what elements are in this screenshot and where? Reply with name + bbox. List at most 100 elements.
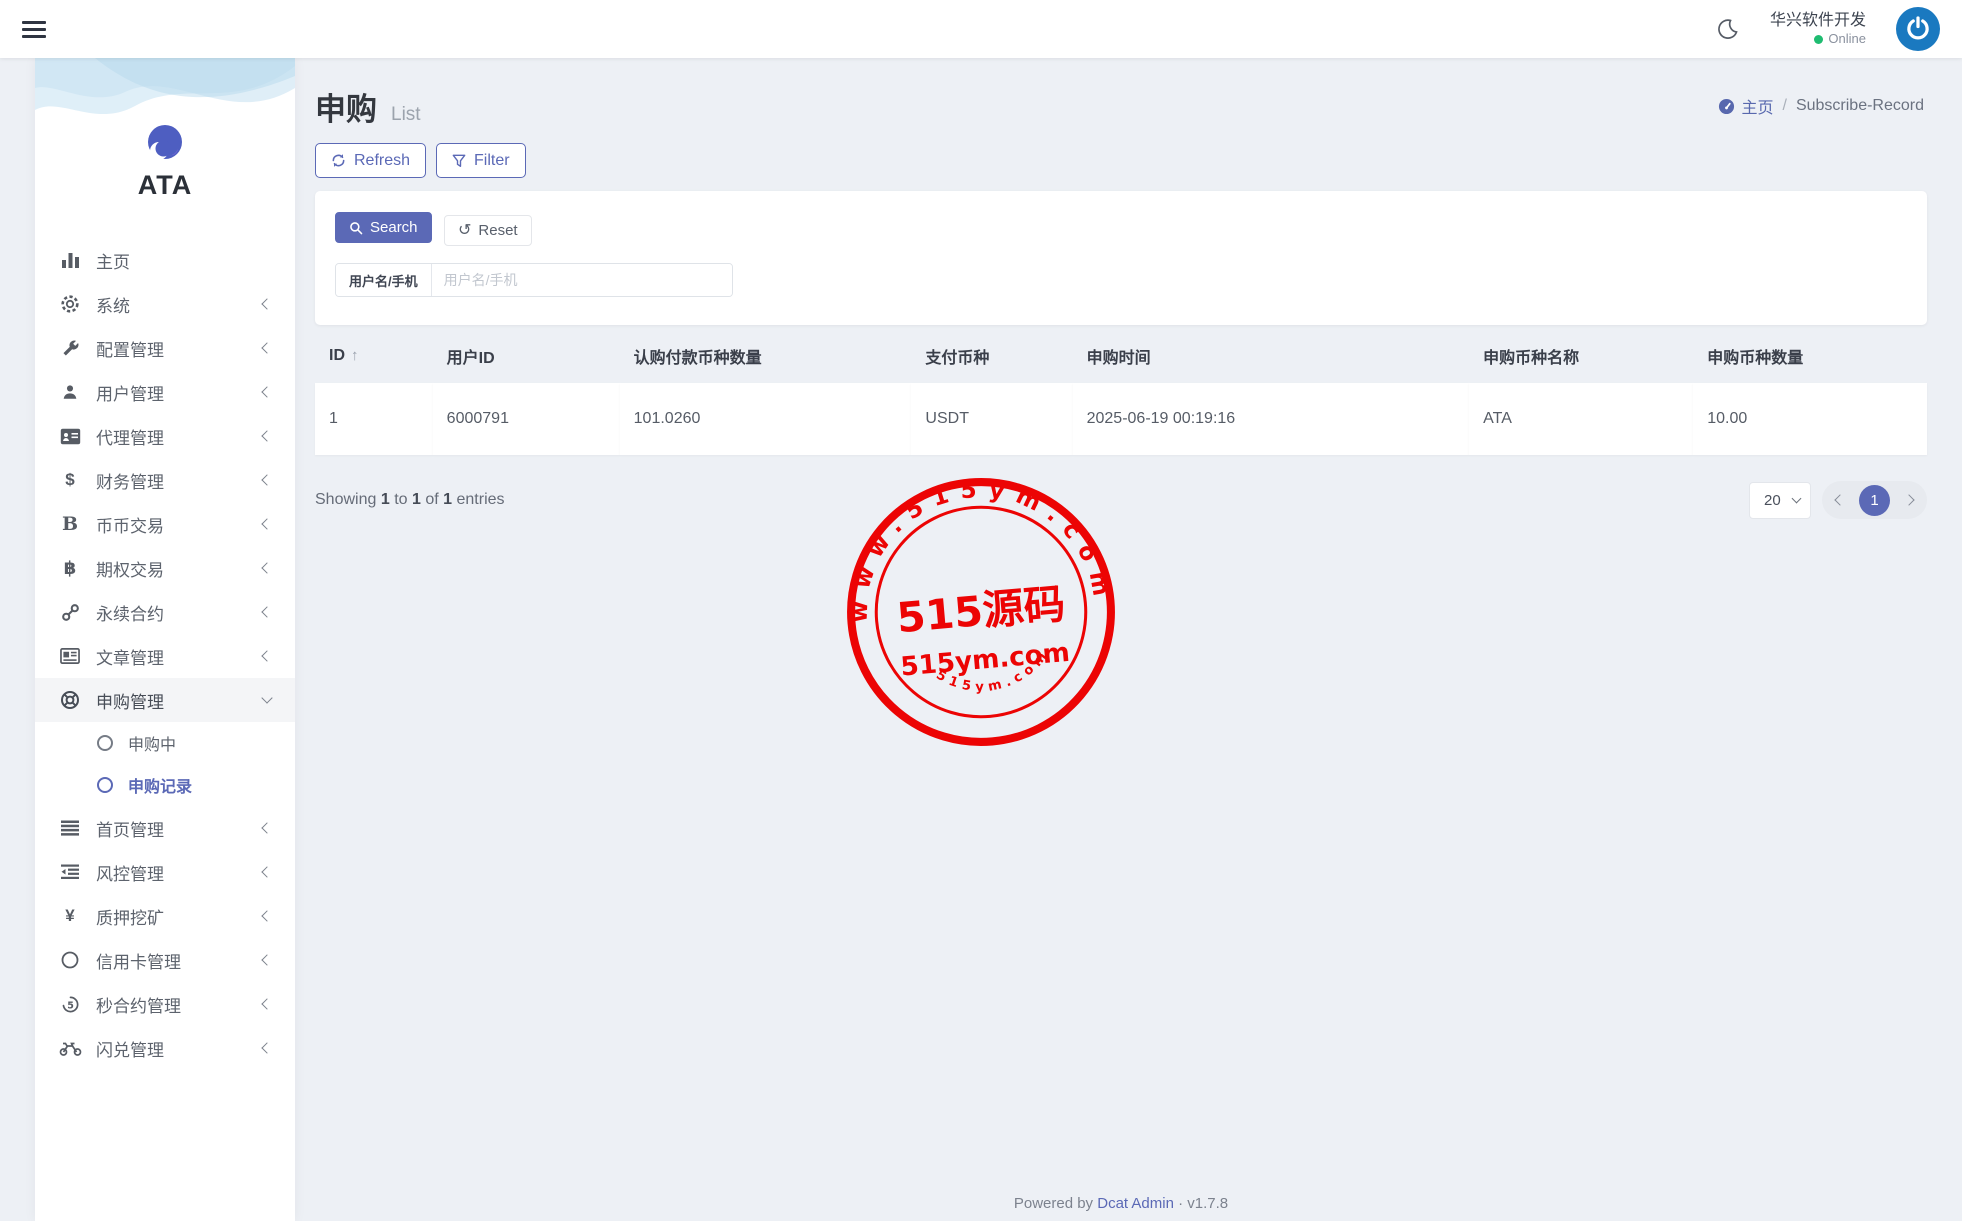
chevron-left-icon [261,998,272,1009]
chevron-left-icon [261,1042,272,1053]
hamburger-menu-icon[interactable] [22,21,46,38]
sidebar-item-articles[interactable]: 文章管理 [35,634,295,678]
breadcrumb: 主页 / Subscribe-Record [1718,94,1924,118]
chevron-left-icon [261,954,272,965]
sidebar-subitem-subscribing[interactable]: 申购中 [35,722,295,764]
cell-coin-amount: 10.00 [1693,383,1927,455]
circle-icon [57,951,83,969]
per-page-select[interactable]: 20 [1749,482,1811,519]
sidebar-item-label: 永续合约 [96,600,164,625]
filter-button[interactable]: Filter [436,143,526,178]
username-phone-filter-group: 用户名/手机 [335,263,733,297]
sidebar-item-label: 首页管理 [96,816,164,841]
breadcrumb-separator: / [1782,97,1786,115]
sidebar-item-label: 系统 [96,292,130,317]
username-phone-filter-label: 用户名/手机 [336,264,432,296]
search-button[interactable]: Search [335,212,432,243]
sidebar-item-config[interactable]: 配置管理 [35,326,295,370]
dcat-admin-link[interactable]: Dcat Admin [1097,1195,1174,1212]
chevron-left-icon [261,518,272,529]
sidebar-item-system[interactable]: 系统 [35,282,295,326]
sidebar-item-home[interactable]: 主页 [35,238,295,282]
sidebar-item-risk[interactable]: 风控管理 [35,850,295,894]
caret-down-icon [1792,494,1802,504]
power-logo-icon [1903,14,1933,44]
cell-id: 1 [315,383,433,455]
search-panel: Search ↺ Reset 用户名/手机 [315,191,1927,325]
sidebar-item-spot-trade[interactable]: B 币币交易 [35,502,295,546]
search-icon [349,221,363,235]
sidebar-item-subscribe[interactable]: 申购管理 [35,678,295,722]
showing-from: 1 [381,491,390,508]
motorcycle-icon [57,1040,83,1056]
sidebar-item-label: 秒合约管理 [96,992,181,1017]
chevron-left-icon [261,866,272,877]
column-header-time: 申购时间 [1073,329,1470,383]
sidebar-item-label: 信用卡管理 [96,948,181,973]
sidebar-subitem-label: 申购记录 [128,773,192,797]
align-justify-icon [57,820,83,836]
breadcrumb-home-link[interactable]: 主页 [1718,94,1773,118]
circle-icon [97,777,113,793]
sidebar-item-label: 文章管理 [96,644,164,669]
sort-up-icon[interactable]: ↑ [351,347,359,364]
sidebar-item-second-contract[interactable]: 5 秒合约管理 [35,982,295,1026]
chevron-left-icon [261,386,272,397]
sidebar-item-label: 用户管理 [96,380,164,405]
top-navbar: 华兴软件开发 Online [0,0,1962,58]
reset-button[interactable]: ↺ Reset [444,215,532,246]
chevron-down-icon [261,692,272,703]
page-footer: Powered by Dcat Admin · v1.7.8 [315,1195,1927,1212]
refresh-button[interactable]: Refresh [315,143,426,178]
newspaper-icon [57,648,83,664]
sidebar-item-label: 申购管理 [96,688,164,713]
stamp-center-text: 515源码 [895,580,1067,643]
sidebar-item-finance[interactable]: $ 财务管理 [35,458,295,502]
stamp-bottom-text: 515ym.com [931,645,1056,700]
baht-icon: ฿ [57,558,83,579]
sidebar-item-label: 主页 [96,248,130,273]
table-row[interactable]: 1 6000791 101.0260 USDT 2025-06-19 00:19… [315,383,1927,455]
chevron-right-icon [1903,494,1914,505]
sidebar-subitem-label: 申购中 [128,731,176,755]
column-header-user-id: 用户ID [433,329,620,383]
sidebar-item-options-trade[interactable]: ฿ 期权交易 [35,546,295,590]
powered-by-text: Powered by [1014,1195,1093,1212]
next-page-button[interactable] [1898,489,1920,511]
svg-text:515ym.com: 515ym.com [931,645,1056,700]
prev-page-button[interactable] [1829,489,1851,511]
sidebar-item-label: 币币交易 [96,512,164,537]
sidebar-header: ATA [35,58,295,216]
dark-mode-moon-icon[interactable] [1716,17,1740,41]
reset-button-label: Reset [478,222,517,239]
sidebar-item-homepage[interactable]: 首页管理 [35,806,295,850]
id-card-icon [57,428,83,445]
sidebar-subitem-subscribe-record[interactable]: 申购记录 [35,764,295,806]
chevron-left-icon [261,474,272,485]
footer-separator: · [1178,1195,1183,1212]
pagination: 1 [1822,481,1927,519]
outdent-icon [57,864,83,880]
sidebar-item-credit-card[interactable]: 信用卡管理 [35,938,295,982]
sidebar-item-label: 质押挖矿 [96,904,164,929]
showing-to: 1 [412,491,421,508]
sidebar-item-users[interactable]: 用户管理 [35,370,295,414]
sidebar-item-perpetual[interactable]: 永续合约 [35,590,295,634]
records-table: ID↑ 用户ID 认购付款币种数量 支付币种 申购时间 申购币种名称 申购币种数… [315,329,1927,455]
avatar[interactable] [1896,7,1940,51]
page-1-button[interactable]: 1 [1859,485,1890,516]
sidebar-item-staking[interactable]: ¥ 质押挖矿 [35,894,295,938]
svg-text:5: 5 [67,1000,74,1011]
page-subtitle: List [391,104,421,126]
column-header-id[interactable]: ID↑ [315,329,433,383]
bar-chart-icon [57,251,83,269]
reset-icon: ↺ [458,223,471,239]
user-name: 华兴软件开发 [1770,11,1866,31]
user-info[interactable]: 华兴软件开发 Online [1770,11,1866,47]
username-phone-input[interactable] [432,264,732,296]
per-page-value: 20 [1764,492,1781,509]
cell-coin-name: ATA [1469,383,1693,455]
sidebar-item-agents[interactable]: 代理管理 [35,414,295,458]
circle-icon [97,735,113,751]
sidebar-item-flash-swap[interactable]: 闪兑管理 [35,1026,295,1070]
